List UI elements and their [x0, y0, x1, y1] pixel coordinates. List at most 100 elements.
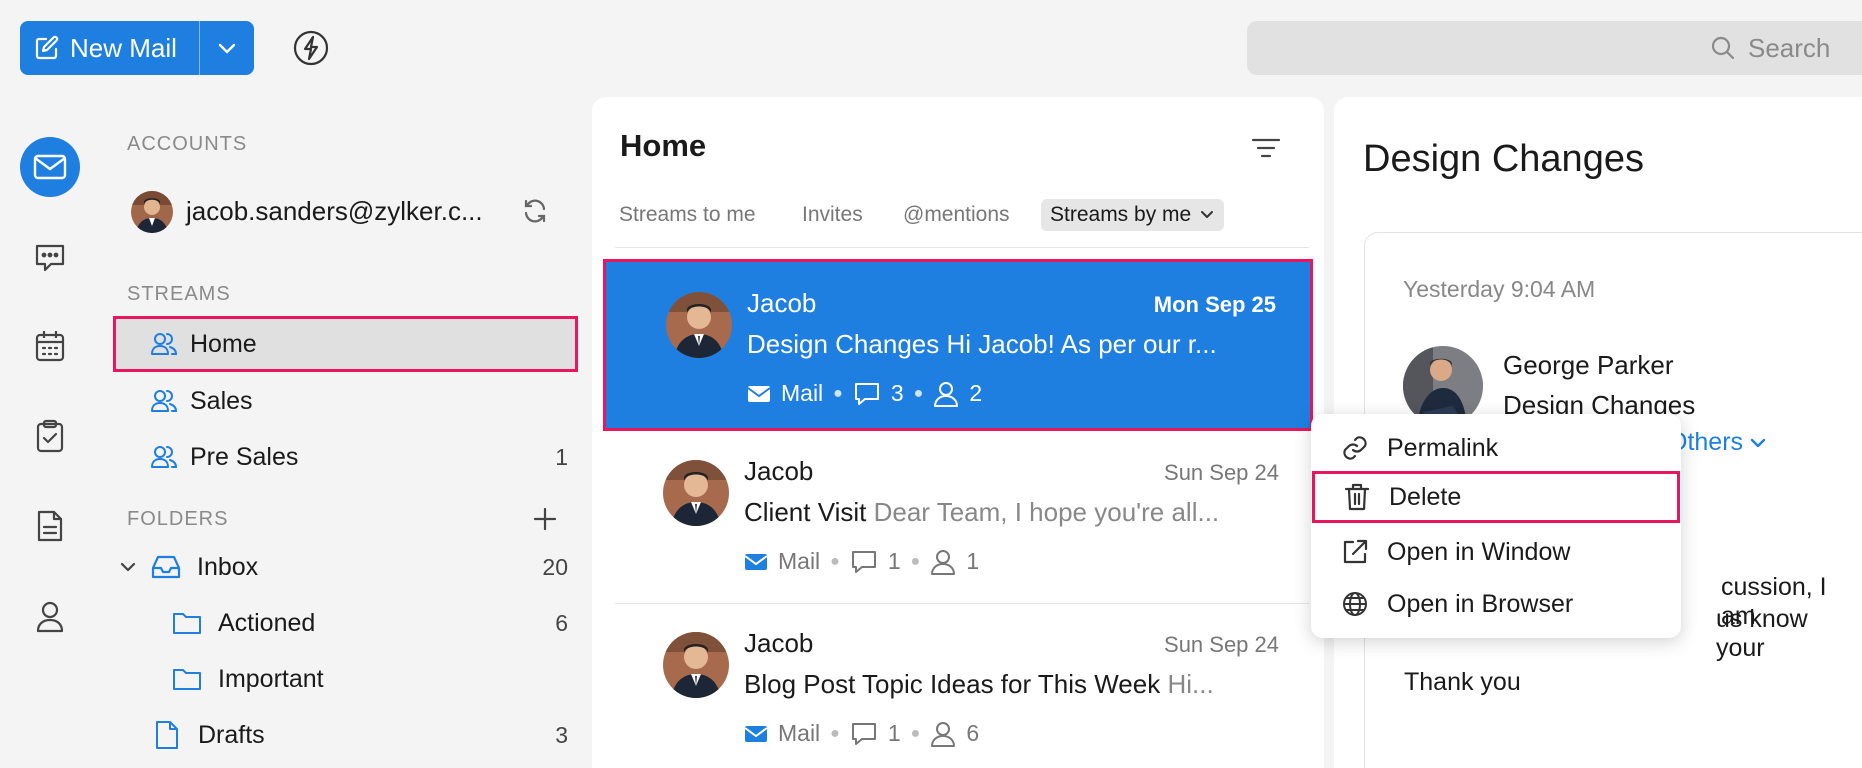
- avatar: [663, 632, 729, 698]
- new-mail-label: New Mail: [70, 32, 177, 63]
- menu-label: Permalink: [1387, 433, 1499, 462]
- dot-separator: ●: [830, 724, 840, 742]
- dot-separator: ●: [910, 724, 921, 742]
- menu-label: Open in Window: [1387, 537, 1571, 566]
- menu-item-open-in-browser[interactable]: Open in Browser: [1311, 578, 1681, 630]
- tab-invites[interactable]: Invites: [802, 203, 863, 227]
- tab-mentions[interactable]: @mentions: [903, 203, 1010, 227]
- participants-icon: [930, 549, 956, 575]
- sender-name: Jacob: [744, 628, 814, 658]
- new-mail-dropdown[interactable]: [200, 21, 254, 75]
- rail-mail-icon[interactable]: [20, 137, 80, 197]
- tab-streams-by-me[interactable]: Streams by me: [1041, 199, 1225, 231]
- type-label: Mail: [778, 720, 821, 746]
- message-time: Yesterday 9:04 AM: [1403, 276, 1596, 302]
- type-label: Mail: [778, 548, 821, 574]
- inbox-icon: [150, 553, 197, 581]
- new-mail-main[interactable]: New Mail: [20, 21, 200, 75]
- chevron-down-icon: [1199, 209, 1215, 221]
- message-body-line: Thank you: [1404, 668, 1521, 696]
- folder-item-important[interactable]: Important: [172, 653, 568, 705]
- subject: Design Changes: [747, 329, 940, 359]
- tab-label: Streams by me: [1050, 203, 1192, 226]
- detail-title: Design Changes: [1363, 138, 1644, 180]
- folder-icon: [172, 666, 218, 692]
- divider: [615, 247, 1309, 248]
- item-meta: Mail ● 3 ● 2: [747, 380, 982, 407]
- rail-tasks-icon[interactable]: [30, 416, 70, 456]
- sync-icon[interactable]: [521, 197, 549, 225]
- subject: Blog Post Topic Ideas for This Week: [744, 669, 1161, 699]
- comment-count: 1: [887, 548, 901, 574]
- item-meta: Mail ● 1 ● 6: [744, 720, 979, 747]
- menu-item-permalink[interactable]: Permalink: [1311, 422, 1681, 474]
- subject-line: Blog Post Topic Ideas for This Week Hi..…: [744, 669, 1284, 700]
- search-placeholder: Search: [1748, 32, 1831, 63]
- folder-item-actioned[interactable]: Actioned 6: [172, 597, 568, 649]
- folder-count: 6: [555, 609, 568, 636]
- globe-icon: [1341, 590, 1369, 618]
- dot-separator: ●: [910, 552, 921, 570]
- link-icon: [1341, 434, 1369, 462]
- stream-label: Sales: [190, 386, 253, 415]
- rail-contacts-icon[interactable]: [30, 596, 70, 636]
- rail-calendar-icon[interactable]: [30, 326, 70, 366]
- mail-icon: [747, 385, 771, 403]
- tab-streams-to-me[interactable]: Streams to me: [619, 203, 756, 227]
- folder-item-drafts[interactable]: Drafts 3: [154, 709, 568, 761]
- stream-item-home[interactable]: Home: [150, 318, 568, 370]
- stream-list-item[interactable]: Jacob Sun Sep 24 Blog Post Topic Ideas f…: [603, 602, 1313, 768]
- others-dropdown[interactable]: Others: [1668, 428, 1767, 457]
- search-input[interactable]: Search: [1247, 21, 1862, 75]
- folder-count: 20: [542, 553, 568, 580]
- group-icon: [150, 388, 190, 414]
- menu-item-delete[interactable]: Delete: [1312, 471, 1680, 523]
- comment-count: 1: [887, 720, 901, 746]
- folder-count: 3: [555, 721, 568, 748]
- dot-separator: ●: [913, 384, 924, 402]
- item-meta: Mail ● 1 ● 1: [744, 548, 979, 575]
- preview: Hi...: [1167, 669, 1214, 699]
- search-icon: [1710, 35, 1736, 61]
- participant-count: 2: [969, 380, 983, 406]
- chevron-down-icon: [1749, 437, 1767, 449]
- mail-icon: [744, 553, 768, 571]
- menu-label: Open in Browser: [1387, 589, 1574, 618]
- trash-icon: [1343, 482, 1371, 512]
- chevron-down-icon[interactable]: [118, 560, 150, 574]
- folder-item-inbox[interactable]: Inbox 20: [118, 541, 568, 593]
- participants-icon: [933, 381, 959, 407]
- type-label: Mail: [781, 380, 824, 406]
- stream-item-sales[interactable]: Sales: [150, 375, 568, 427]
- stream-label: Home: [190, 329, 257, 358]
- streams-section-title: STREAMS: [127, 283, 231, 305]
- rail-notes-icon[interactable]: [30, 506, 70, 546]
- preview: Dear Team, I hope you're all...: [873, 497, 1220, 527]
- comment-icon: [850, 721, 878, 747]
- new-mail-button[interactable]: New Mail: [20, 21, 254, 75]
- menu-item-open-in-window[interactable]: Open in Window: [1311, 526, 1681, 578]
- comment-count: 3: [890, 380, 904, 406]
- folder-label: Important: [218, 664, 324, 693]
- group-icon: [150, 331, 190, 357]
- stream-item-pre-sales[interactable]: Pre Sales 1: [150, 431, 568, 483]
- account-email[interactable]: jacob.sanders@zylker.c...: [186, 196, 483, 227]
- quick-actions-icon[interactable]: [292, 29, 330, 67]
- stream-list-item[interactable]: Jacob Mon Sep 25 Design Changes Hi Jacob…: [603, 259, 1313, 431]
- stream-list-item[interactable]: Jacob Sun Sep 24 Client Visit Dear Team,…: [603, 430, 1313, 602]
- item-date: Sun Sep 24: [1164, 460, 1279, 485]
- context-menu: Permalink Delete Open in Window Open in …: [1311, 414, 1681, 638]
- sender-name: Jacob: [747, 288, 817, 318]
- folder-icon: [172, 610, 218, 636]
- avatar: [663, 460, 729, 526]
- accounts-section-title: ACCOUNTS: [127, 133, 248, 155]
- filter-icon[interactable]: [1251, 133, 1281, 163]
- subject-line: Design Changes Hi Jacob! As per our r...: [747, 329, 1287, 360]
- add-folder-icon[interactable]: [532, 506, 558, 532]
- comment-icon: [850, 549, 878, 575]
- dot-separator: ●: [833, 384, 843, 402]
- subject: Client Visit: [744, 497, 867, 527]
- rail-chat-icon[interactable]: [30, 237, 70, 277]
- external-link-icon: [1341, 538, 1369, 566]
- account-avatar[interactable]: [131, 191, 173, 233]
